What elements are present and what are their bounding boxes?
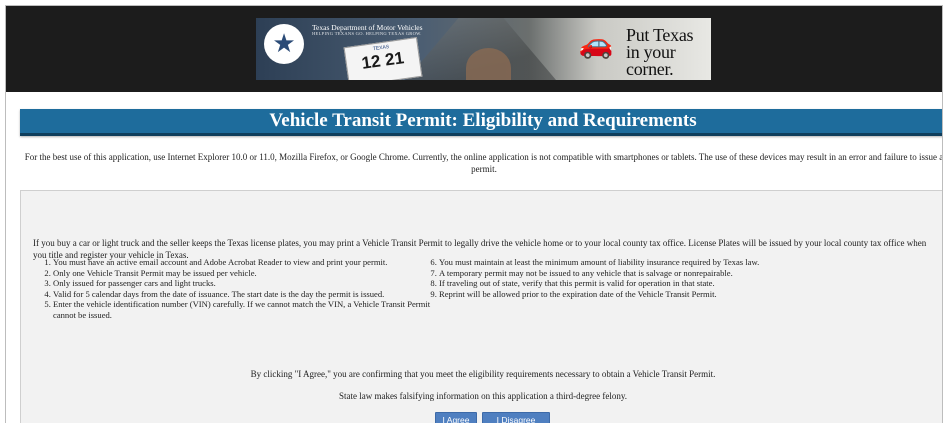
agree-button[interactable]: I Agree — [435, 412, 477, 423]
disagree-button[interactable]: I Disagree — [482, 412, 550, 423]
star-icon: ★ — [264, 24, 304, 64]
list-item: Enter the vehicle identification number … — [53, 299, 443, 320]
requirements-list-left: You must have an active email account an… — [31, 257, 443, 320]
header-bar: ★ Texas Department of Motor Vehicles HEL… — [6, 6, 942, 92]
list-item: You must have an active email account an… — [53, 257, 443, 268]
browser-compatibility-note: For the best use of this application, us… — [24, 152, 943, 174]
driver-hand-image — [466, 48, 511, 80]
page-title: Vehicle Transit Permit: Eligibility and … — [20, 109, 942, 136]
slogan: Put Texas in your corner. — [626, 25, 694, 79]
list-item: You must maintain at least the minimum a… — [439, 257, 829, 268]
list-item: Valid for 5 calendar days from the date … — [53, 289, 443, 300]
license-plate: TEXAS 12 21 — [343, 37, 423, 80]
dept-name: Texas Department of Motor Vehicles HELPI… — [312, 23, 462, 37]
car-icon: 🚗 — [578, 27, 614, 60]
agree-statement: By clicking "I Agree," you are confirmin… — [250, 369, 716, 379]
list-item: If traveling out of state, verify that t… — [439, 278, 829, 289]
list-item: A temporary permit may not be issued to … — [439, 268, 829, 279]
list-item: Only one Vehicle Transit Permit may be i… — [53, 268, 443, 279]
requirements-list-right: You must maintain at least the minimum a… — [417, 257, 829, 299]
list-item: Reprint will be allowed prior to the exp… — [439, 289, 829, 300]
dept-tagline: HELPING TEXANS GO. HELPING TEXAS GROW. — [312, 31, 422, 37]
header-banner: ★ Texas Department of Motor Vehicles HEL… — [256, 18, 711, 80]
felony-statement: State law makes falsifying information o… — [338, 391, 628, 401]
page-frame: ★ Texas Department of Motor Vehicles HEL… — [5, 5, 943, 423]
list-item: Only issued for passenger cars and light… — [53, 278, 443, 289]
eligibility-panel: If you buy a car or light truck and the … — [20, 190, 942, 423]
